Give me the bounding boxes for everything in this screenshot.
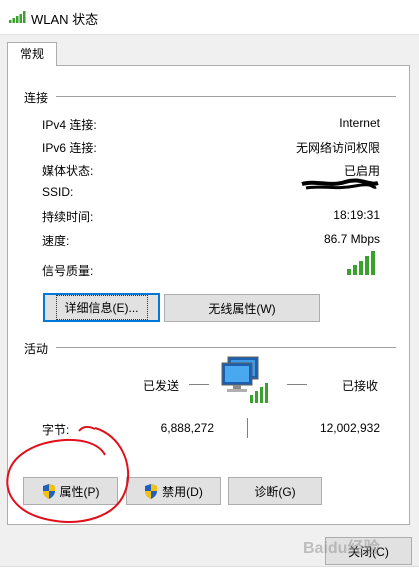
diagnose-button[interactable]: 诊断(G) — [228, 477, 322, 505]
bytes-received-value: 12,002,932 — [319, 421, 380, 435]
received-line — [287, 384, 307, 385]
received-label: 已接收 — [342, 379, 379, 393]
ipv4-label: IPv4 连接: — [42, 118, 97, 132]
wifi-signal-icon — [9, 11, 26, 23]
disable-button[interactable]: 禁用(D) — [126, 477, 221, 505]
duration-label: 持续时间: — [42, 210, 94, 224]
uac-shield-icon — [145, 483, 158, 499]
disable-button-label: 禁用(D) — [162, 484, 203, 499]
signal-quality-label: 信号质量: — [42, 264, 94, 278]
ssid-label: SSID: — [42, 185, 74, 199]
bytes-sent-value: 6,888,272 — [160, 421, 214, 435]
sent-label: 已发送 — [143, 379, 180, 393]
title-bar: WLAN 状态 — [0, 0, 419, 35]
media-state-label: 媒体状态: — [42, 164, 94, 178]
activity-divider — [56, 347, 396, 348]
speed-value: 86.7 Mbps — [323, 232, 380, 246]
tab-general[interactable]: 常规 — [7, 42, 57, 66]
ipv6-label: IPv6 连接: — [42, 141, 97, 155]
duration-value: 18:19:31 — [333, 208, 380, 222]
bytes-label: 字节: — [42, 423, 70, 437]
properties-button-label: 属性(P) — [59, 484, 100, 499]
speed-label: 速度: — [42, 234, 70, 248]
uac-shield-icon — [42, 483, 55, 499]
wlan-status-dialog: WLAN 状态 常规 连接 IPv4 连接: Internet IPv6 连接:… — [0, 0, 419, 572]
properties-button[interactable]: 属性(P) — [23, 477, 118, 505]
bytes-separator — [247, 418, 248, 438]
background-page-strip — [0, 566, 419, 581]
connection-section-label: 连接 — [24, 91, 49, 105]
ipv4-value: Internet — [339, 116, 380, 130]
signal-strength-icon — [347, 251, 375, 275]
activity-section-label: 活动 — [24, 342, 49, 356]
sent-line — [189, 384, 209, 385]
network-computer-icon — [221, 356, 268, 403]
ipv6-value: 无网络访问权限 — [295, 141, 380, 155]
connection-divider — [56, 96, 396, 97]
media-state-value: 已启用 — [343, 164, 380, 178]
window-title: WLAN 状态 — [31, 12, 99, 27]
details-button[interactable]: 详细信息(E)... — [43, 293, 160, 322]
wireless-properties-button[interactable]: 无线属性(W) — [164, 294, 320, 322]
watermark: Baidu经验 — [303, 540, 380, 557]
details-button-label: 详细信息(E)... — [55, 295, 148, 320]
ssid-redaction-scribble — [301, 178, 379, 190]
red-annotation-mark — [78, 425, 96, 432]
